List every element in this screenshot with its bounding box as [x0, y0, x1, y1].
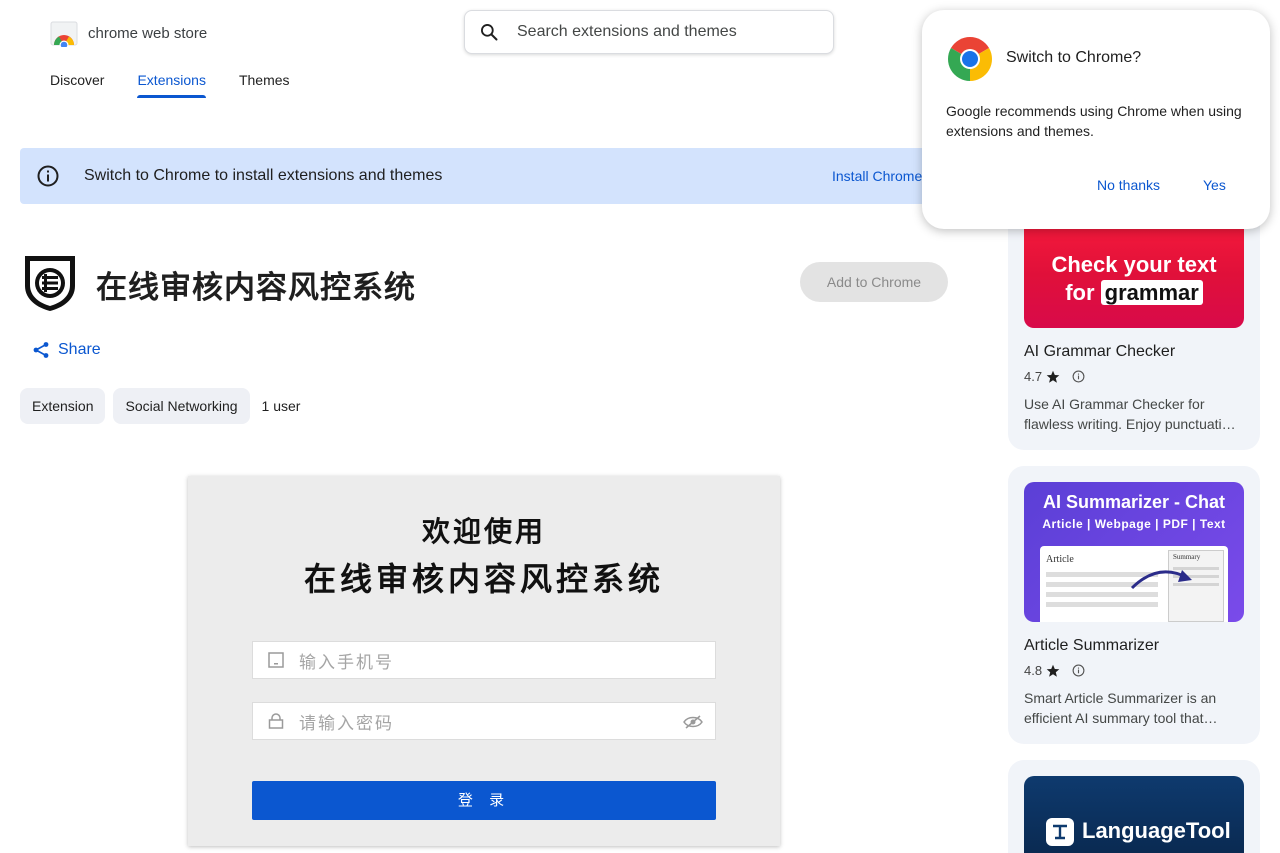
summarizer-panel-article: Article — [1046, 554, 1074, 565]
summarizer-image-panel: Article Summary — [1040, 546, 1228, 622]
card-rating: 4.7 — [1024, 369, 1085, 384]
banner-text: Switch to Chrome to install extensions a… — [84, 167, 443, 184]
extension-screenshot[interactable]: 欢迎使用 在线审核内容风控系统 输入手机号 请输入密码 登 录 — [188, 476, 780, 846]
add-to-chrome-button[interactable]: Add to Chrome — [800, 262, 948, 302]
languagetool-card-image: LanguageTool — [1024, 776, 1244, 853]
rating-value: 4.7 — [1024, 369, 1043, 384]
password-placeholder: 请输入密码 — [299, 713, 394, 733]
switch-chrome-banner: Switch to Chrome to install extensions a… — [20, 148, 940, 204]
tab-discover[interactable]: Discover — [50, 72, 104, 98]
card-name[interactable]: Article Summarizer — [1024, 637, 1159, 655]
dialog-title: Switch to Chrome? — [1006, 49, 1142, 66]
screenshot-password-field: 请输入密码 — [252, 702, 716, 740]
eye-hidden-icon — [683, 715, 703, 729]
install-chrome-link[interactable]: Install Chrome — [832, 168, 922, 184]
card-rating: 4.8 — [1024, 663, 1085, 678]
no-thanks-button[interactable]: No thanks — [1097, 177, 1160, 193]
share-icon — [33, 342, 49, 358]
card-description: Smart Article Summarizer is an efficient… — [1024, 690, 1218, 726]
summarizer-panel-summary: Summary — [1173, 553, 1201, 561]
card-name[interactable]: AI Grammar Checker — [1024, 343, 1175, 361]
star-icon — [1046, 370, 1060, 383]
share-button[interactable]: Share — [32, 341, 101, 359]
grammar-image-line1: Check your text — [1051, 252, 1217, 277]
star-icon — [1046, 664, 1060, 677]
search-input[interactable] — [517, 23, 817, 41]
arrow-icon — [1130, 570, 1192, 590]
tab-themes[interactable]: Themes — [239, 72, 290, 98]
phone-icon — [268, 652, 284, 668]
yes-button[interactable]: Yes — [1203, 177, 1226, 193]
switch-to-chrome-dialog: Switch to Chrome? Google recommends usin… — [922, 10, 1270, 229]
lock-icon — [268, 713, 284, 729]
extension-title: 在线审核内容风控系统 — [96, 270, 416, 305]
store-name: chrome web store — [88, 24, 208, 42]
screenshot-heading-welcome: 欢迎使用 — [421, 516, 546, 547]
extension-shield-icon — [25, 256, 75, 311]
phone-placeholder: 输入手机号 — [299, 652, 394, 672]
user-count: 1 user — [261, 398, 301, 414]
summarizer-image-sub: Article | Webpage | PDF | Text — [1042, 517, 1226, 531]
screenshot-heading-title: 在线审核内容风控系统 — [303, 561, 664, 597]
info-icon[interactable] — [1072, 370, 1085, 383]
chrome-logo-icon — [948, 37, 992, 81]
chip-extension[interactable]: Extension — [20, 388, 106, 424]
related-card-summarizer[interactable]: AI Summarizer - Chat Article | Webpage |… — [1008, 466, 1260, 744]
panel-line — [1046, 602, 1158, 607]
screenshot-phone-field: 输入手机号 — [252, 641, 716, 679]
screenshot-login-button: 登 录 — [252, 781, 716, 820]
related-card-languagetool[interactable]: LanguageTool — [1008, 760, 1260, 853]
summarizer-card-image: AI Summarizer - Chat Article | Webpage |… — [1024, 482, 1244, 622]
languagetool-logo-icon — [1046, 818, 1074, 846]
summarizer-image-title: AI Summarizer - Chat — [1042, 492, 1226, 512]
chrome-web-store-icon — [50, 21, 78, 47]
grammar-image-line2: for grammar — [1024, 280, 1244, 306]
chip-social-networking[interactable]: Social Networking — [113, 388, 250, 424]
tab-extensions[interactable]: Extensions — [137, 72, 207, 98]
dialog-body: Google recommends using Chrome when usin… — [946, 103, 1242, 139]
extension-chips: Extension Social Networking 1 user — [20, 388, 300, 424]
info-icon[interactable] — [1072, 664, 1085, 677]
info-icon — [37, 165, 59, 187]
rating-value: 4.8 — [1024, 663, 1043, 678]
languagetool-image-title: LanguageTool — [1082, 818, 1231, 843]
related-card-grammar[interactable]: Check your text for grammar AI Grammar C… — [1008, 196, 1260, 450]
store-logo[interactable]: chrome web store — [50, 19, 207, 47]
panel-line — [1046, 592, 1158, 597]
search-box[interactable] — [464, 10, 834, 54]
search-icon — [481, 24, 498, 41]
grammar-image-highlight: grammar — [1100, 280, 1203, 305]
share-label: Share — [58, 341, 101, 358]
nav-tabs: Discover Extensions Themes — [50, 72, 323, 98]
grammar-image-for: for — [1065, 280, 1095, 305]
card-description: Use AI Grammar Checker for flawless writ… — [1024, 396, 1236, 432]
